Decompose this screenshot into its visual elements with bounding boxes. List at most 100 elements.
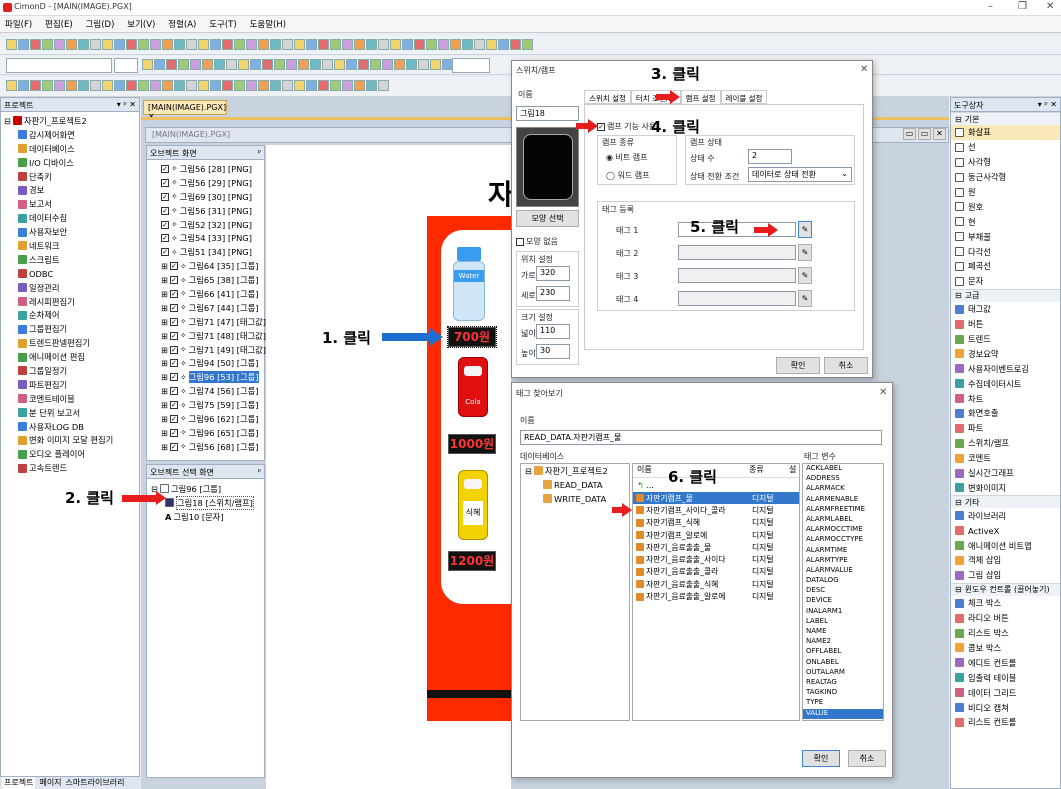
project-item[interactable]: 코멘트테이블 (18, 392, 136, 406)
toolbar-button-icon[interactable] (346, 59, 357, 70)
toolbox-item[interactable]: 폐곡선 (951, 259, 1060, 274)
toolbox-item[interactable]: 스위치/램프 (951, 436, 1060, 451)
tag-var-item[interactable]: DATALOG (803, 576, 883, 586)
project-item[interactable]: I/O 디바이스 (18, 156, 136, 170)
toolbar-button-icon[interactable] (382, 59, 393, 70)
tab-page[interactable]: 페이지 (39, 777, 61, 789)
object-visible-checkbox[interactable]: ✓ (161, 192, 169, 201)
toolbox-item[interactable]: 둥근사각형 (951, 170, 1060, 185)
object-item[interactable]: ⊞ ✓ ✧ 그림96 [65] [그룹] (161, 426, 264, 440)
toolbar-button-icon[interactable] (162, 80, 173, 91)
tag-var-item[interactable]: DESC (803, 586, 883, 596)
lamp-enable-checkbox[interactable]: ✓ 램프 기능 사용 (597, 121, 656, 132)
expand-icon[interactable]: ⊞ (161, 358, 168, 368)
toolbar-button-icon[interactable] (414, 39, 425, 50)
toolbar-button-icon[interactable] (474, 39, 485, 50)
menu-view[interactable]: 보기(V) (122, 16, 160, 32)
toolbox-item[interactable]: 차트 (951, 391, 1060, 406)
object-visible-checkbox[interactable]: ✓ (161, 220, 169, 229)
tag-var-item[interactable]: INALARM1 (803, 607, 883, 617)
inner-minimize-icon[interactable]: ▭ (903, 128, 916, 140)
w-input[interactable]: 110 (536, 324, 570, 339)
object-item[interactable]: ⊞ ✓ ✧ 그림64 [35] [그룹] (161, 259, 264, 273)
toolbar-button-icon[interactable] (174, 39, 185, 50)
toolbar-button-icon[interactable] (274, 59, 285, 70)
tag-var-item[interactable]: ALARMENABLE (803, 495, 883, 505)
toolbox-item[interactable]: 라디오 버튼 (951, 611, 1060, 626)
object-visible-checkbox[interactable]: ✓ (161, 248, 169, 257)
x-input[interactable]: 320 (536, 266, 570, 281)
switch-cancel-button[interactable]: 취소 (824, 357, 868, 374)
toolbar-button-icon[interactable] (418, 59, 429, 70)
size-combo[interactable] (114, 58, 138, 73)
tab-project[interactable]: 프로젝트 (2, 777, 36, 789)
toolbar-button-icon[interactable] (114, 80, 125, 91)
toolbox-item[interactable]: 그림 삽입 (951, 568, 1060, 583)
toolbox-item[interactable]: 다각선 (951, 244, 1060, 259)
toolbar-button-icon[interactable] (258, 39, 269, 50)
tag-var-item[interactable]: TAGKIND (803, 688, 883, 698)
price-1000[interactable]: 1000원 (448, 434, 496, 454)
toolbar-button-icon[interactable] (270, 80, 281, 91)
tag-browse-icon[interactable]: ✎ (798, 221, 812, 238)
toolbox-item[interactable]: 원호 (951, 199, 1060, 214)
tab-smart-library[interactable]: 스마트라이브러리 (66, 777, 125, 789)
col-desc[interactable]: 설 (789, 464, 796, 477)
project-item[interactable]: 감시제어화면 (18, 128, 136, 142)
db-tree-root[interactable]: ⊟ 자판기_프로젝트2 (521, 464, 629, 478)
project-item[interactable]: 단축키 (18, 170, 136, 184)
object-visible-checkbox[interactable]: ✓ (169, 303, 178, 312)
tag-list-row[interactable]: 자판기_음료출출_식혜 디지털 (633, 578, 799, 590)
toolbar-button-icon[interactable] (78, 80, 89, 91)
object-visible-checkbox[interactable]: ✓ (161, 178, 169, 187)
toolbar-button-icon[interactable] (390, 39, 401, 50)
tag-list-row[interactable]: 자판기램프_물 디지털 (633, 492, 799, 505)
toolbar-button-icon[interactable] (102, 39, 113, 50)
tag-var-item[interactable]: ALARMOCCTYPE (803, 535, 883, 545)
toolbox-item[interactable]: 태그값 (951, 302, 1060, 317)
toolbar-button-icon[interactable] (342, 80, 353, 91)
toolbox-item[interactable]: 라이브러리 (951, 508, 1060, 523)
object-item[interactable]: ✓ ✧ 그림56 [31] [PNG] (161, 204, 264, 218)
toolbar-button-icon[interactable] (186, 80, 197, 91)
toolbox-item[interactable]: 비디오 캡쳐 (951, 700, 1060, 715)
toolbar-button-icon[interactable] (258, 80, 269, 91)
toolbar-button-icon[interactable] (234, 39, 245, 50)
toolbar-button-icon[interactable] (426, 39, 437, 50)
project-item[interactable]: 순차제어 (18, 308, 136, 322)
menu-draw[interactable]: 그림(D) (81, 16, 120, 32)
project-item[interactable]: 사용자LOG DB (18, 420, 136, 434)
toolbar-button-icon[interactable] (30, 80, 41, 91)
project-item[interactable]: 경보 (18, 183, 136, 197)
tag-var-item[interactable]: ALARMLABEL (803, 515, 883, 525)
toolbar-button-icon[interactable] (102, 80, 113, 91)
select-text[interactable]: A 그림10 [문자] (151, 510, 260, 524)
toolbar-button-icon[interactable] (202, 59, 213, 70)
tag-dialog-close-icon[interactable]: ✕ (879, 387, 887, 398)
toolbar-button-icon[interactable] (318, 39, 329, 50)
project-item[interactable]: 사용자보안 (18, 225, 136, 239)
toolbox-item[interactable]: 객체 삽입 (951, 553, 1060, 568)
project-item[interactable]: 레시피편집기 (18, 295, 136, 309)
toolbox-item[interactable]: 코멘트 (951, 451, 1060, 466)
project-item[interactable]: 네트워크 (18, 239, 136, 253)
object-item[interactable]: ⊞ ✓ ✧ 그림71 [49] [태그값] (161, 343, 266, 357)
expand-icon[interactable]: ⊞ (161, 400, 168, 410)
toolbox-item[interactable]: ActiveX (951, 523, 1060, 538)
project-item[interactable]: 애니메이션 편집 (18, 350, 136, 364)
toolbox-section-header[interactable]: ⊟ 기타 (951, 495, 1060, 509)
object-visible-checkbox[interactable]: ✓ (169, 359, 178, 368)
toolbar-button-icon[interactable] (402, 39, 413, 50)
object-item[interactable]: ⊞ ✓ ✧ 그림67 [44] [그룹] (161, 301, 264, 315)
menu-file[interactable]: 파일(F) (0, 16, 37, 32)
toolbar-button-icon[interactable] (394, 59, 405, 70)
tag-list-row[interactable]: 자판기_음료출출_콜라 디지털 (633, 566, 799, 578)
menu-tools[interactable]: 도구(T) (204, 16, 241, 32)
tag-ok-button[interactable]: 확인 (802, 750, 840, 767)
toolbox-item[interactable]: 리스트 컨트롤 (951, 715, 1060, 730)
tag-list-row[interactable]: 자판기_음료출출_사이다 디지털 (633, 553, 799, 565)
font-combo[interactable] (6, 58, 112, 73)
toolbar-button-icon[interactable] (150, 39, 161, 50)
name-input[interactable]: 그림18 (516, 106, 579, 121)
toolbar-button-icon[interactable] (294, 39, 305, 50)
